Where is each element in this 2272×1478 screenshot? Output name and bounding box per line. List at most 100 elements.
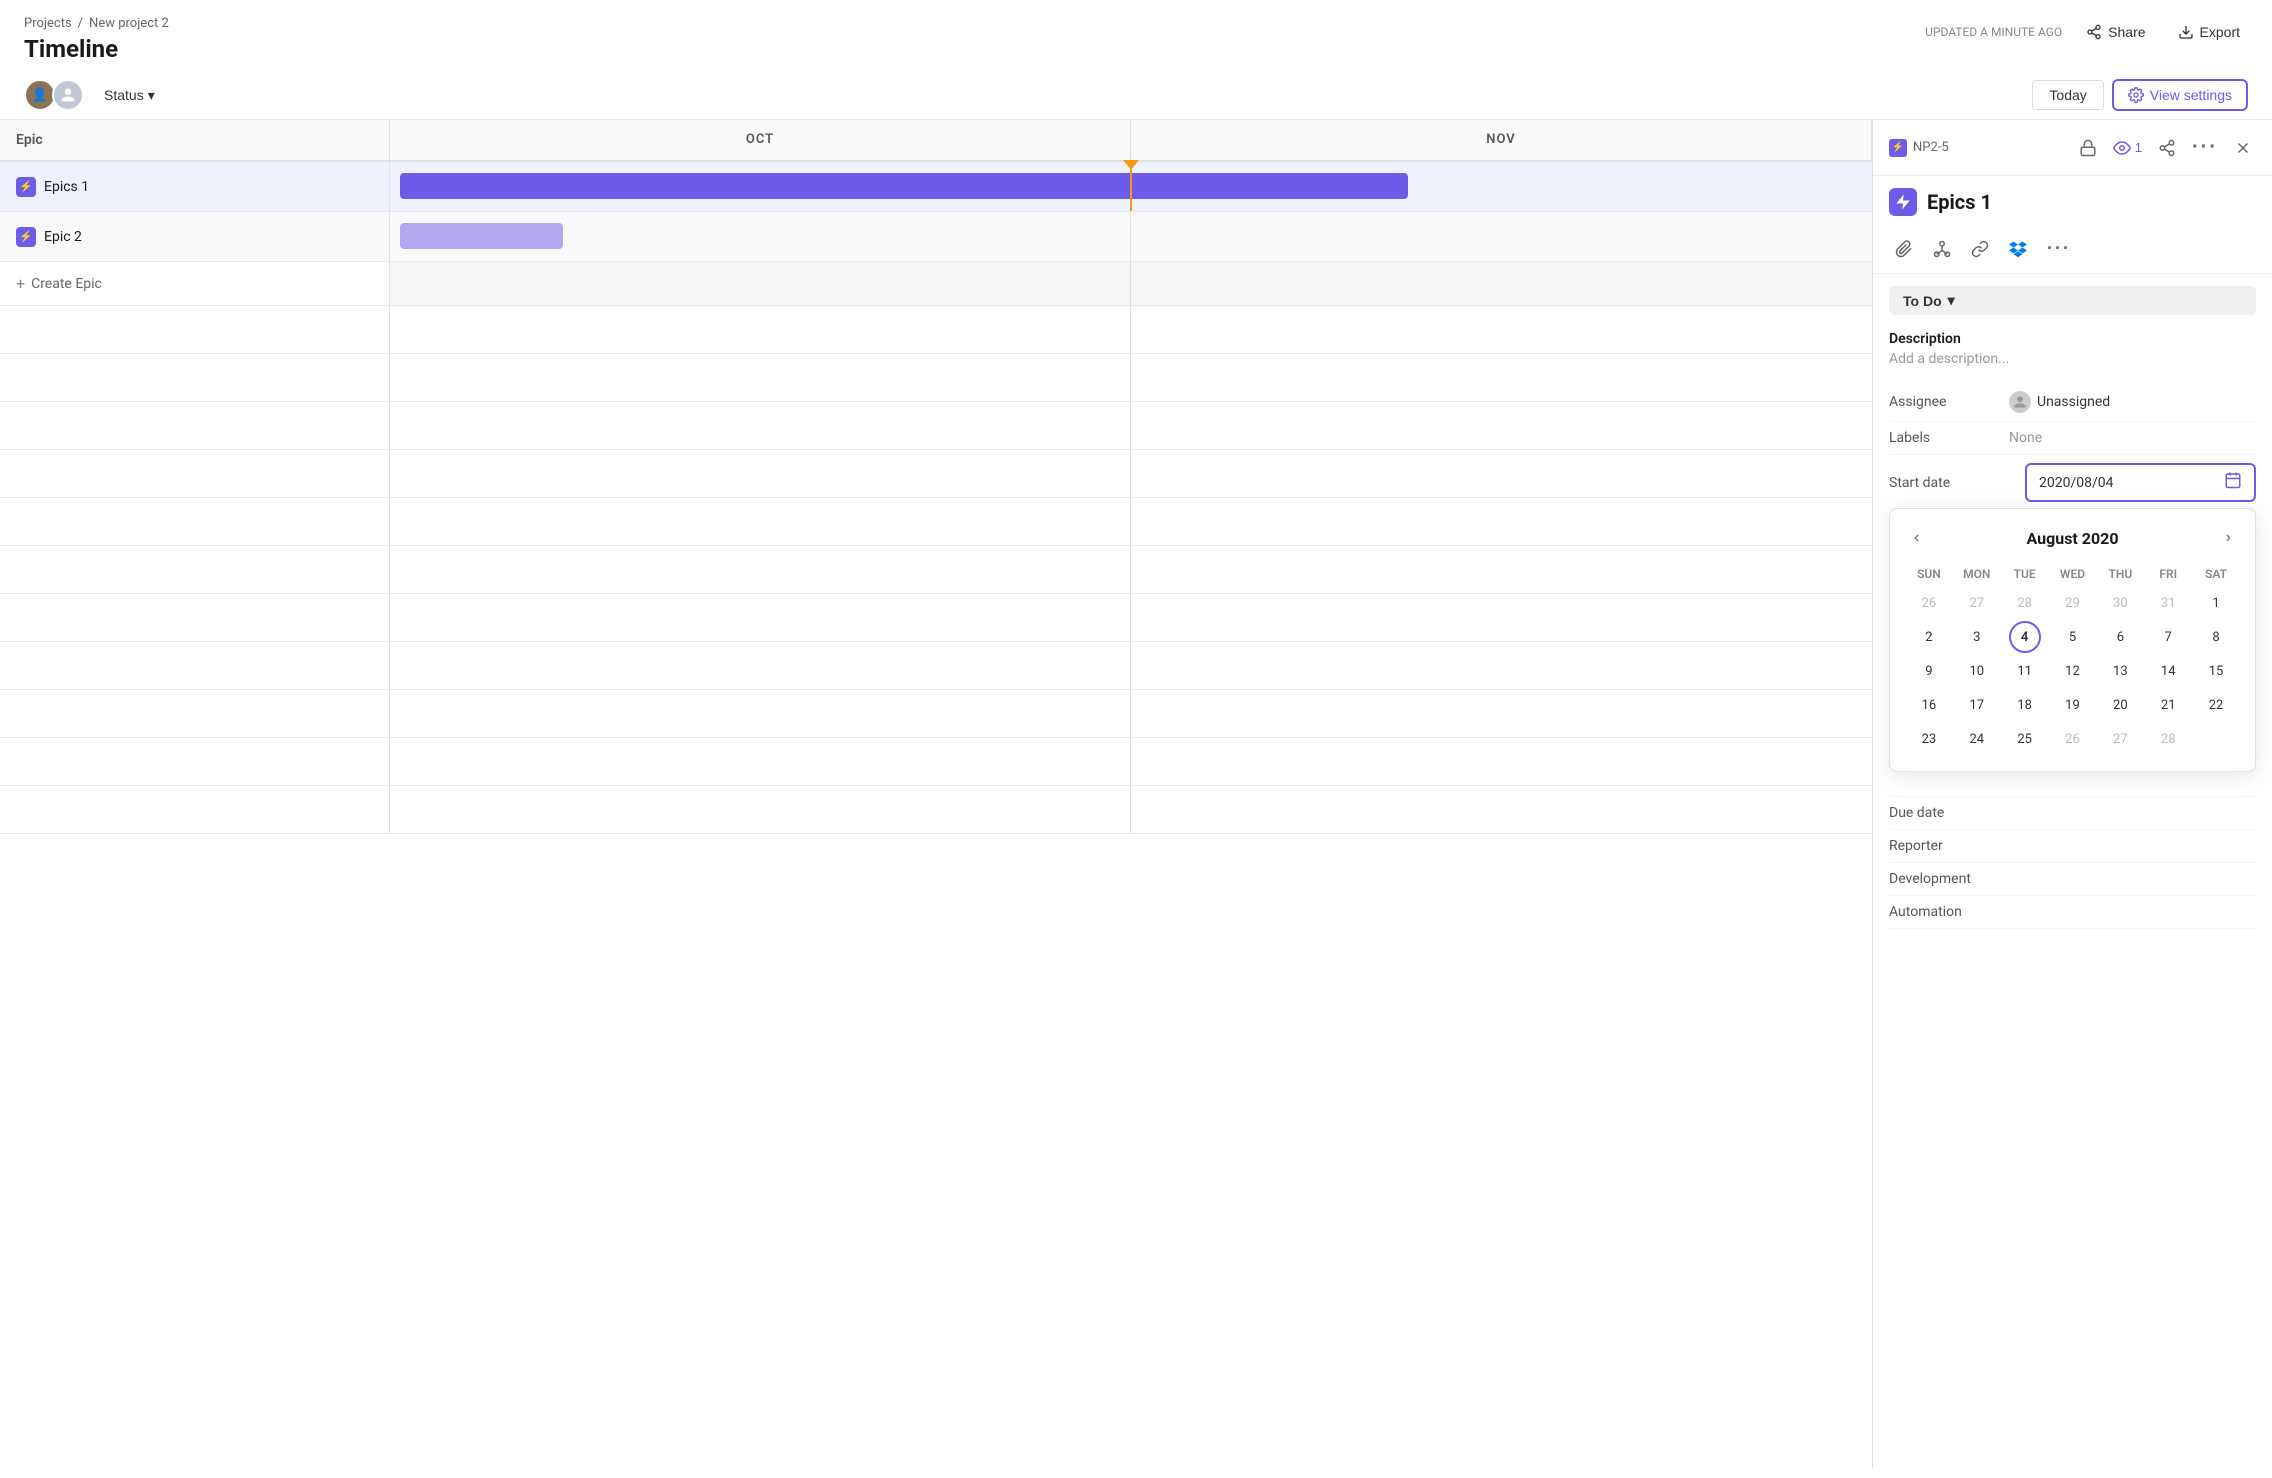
cal-day[interactable]: 12 [2056,655,2088,687]
cal-day[interactable]: 16 [1913,689,1945,721]
cal-day[interactable]: 27 [2104,723,2136,755]
cal-day[interactable]: 15 [2200,655,2232,687]
header: Projects / New project 2 Timeline UPDATE… [0,0,2272,71]
cal-day[interactable]: 19 [2056,689,2088,721]
calendar-grid: SUN MON TUE WED THU FRI SAT 26 27 28 29 … [1906,563,2239,755]
epics1-cell[interactable]: ⚡ Epics 1 [0,162,390,211]
labels-value[interactable]: None [2009,430,2042,446]
header-right: UPDATED A MINUTE AGO Share Export [1925,16,2248,44]
status-button[interactable]: To Do ▾ [1889,286,2256,315]
empty-row-4 [0,450,1872,498]
cal-day[interactable]: 7 [2152,621,2184,653]
cal-day[interactable]: 11 [2009,655,2041,687]
toolbar-left: 👤 Status ▾ [24,79,163,111]
cal-day[interactable]: 30 [2104,587,2136,619]
description-value[interactable]: Add a description... [1889,351,2256,367]
view-settings-button[interactable]: View settings [2112,79,2248,111]
empty-row-9 [0,690,1872,738]
eye-icon [2113,139,2131,157]
cal-day[interactable]: 2 [1913,621,1945,653]
lightning-icon [1894,193,1912,211]
breadcrumb-project-name[interactable]: New project 2 [89,16,169,31]
create-epic-button[interactable]: + Create Epic [0,262,390,305]
calendar-prev-button[interactable]: ‹ [1906,525,1927,551]
cal-day[interactable]: 23 [1913,723,1945,755]
create-epic-row: + Create Epic [0,262,1872,306]
cal-day[interactable]: 21 [2152,689,2184,721]
start-date-input[interactable]: 2020/08/04 [2025,463,2256,502]
start-date-value: 2020/08/04 [2039,475,2114,491]
cal-day[interactable]: 18 [2009,689,2041,721]
panel-header: ⚡ NP2-5 1 ··· [1873,120,2272,176]
gantt-bar-epic2[interactable] [400,223,563,249]
child-icon [1933,240,1951,258]
share-button[interactable]: Share [2078,20,2153,44]
cal-day[interactable]: 9 [1913,655,1945,687]
status-dropdown-icon: ▾ [1948,292,1955,309]
calendar-button[interactable] [2224,471,2242,494]
assignee-value[interactable]: Unassigned [2009,391,2110,413]
more-button[interactable]: ··· [2188,132,2222,163]
reporter-label: Reporter [1889,838,2009,854]
cal-header-fri: FRI [2145,563,2191,585]
link-button[interactable] [1965,234,1995,264]
calendar-icon [2224,471,2242,489]
child-issues-button[interactable] [1927,234,1957,264]
panel-share-button[interactable] [2154,135,2180,161]
cal-day[interactable]: 3 [1961,621,1993,653]
chevron-down-icon: ▾ [148,87,155,104]
create-epic-gantt-rest [390,262,1872,305]
cal-day[interactable]: 31 [2152,587,2184,619]
cal-day[interactable]: 28 [2009,587,2041,619]
gantt-bar-epics1[interactable] [400,173,1408,199]
epic-column-header: Epic [0,120,390,161]
more-tools-icon: ··· [2047,238,2071,259]
attachment-button[interactable] [1889,234,1919,264]
status-filter-button[interactable]: Status ▾ [96,83,163,108]
cal-day[interactable]: 13 [2104,655,2136,687]
today-button[interactable]: Today [2032,80,2103,110]
empty-row-2 [0,354,1872,402]
cal-day[interactable]: 10 [1961,655,1993,687]
empty-row-3 [0,402,1872,450]
header-left: Projects / New project 2 Timeline [24,16,169,63]
cal-day[interactable]: 29 [2056,587,2088,619]
oct-header: OCT [390,120,1131,161]
epic2-cell[interactable]: ⚡ Epic 2 [0,212,390,261]
cal-header-tue: TUE [2002,563,2048,585]
cal-day[interactable]: 22 [2200,689,2232,721]
breadcrumb-separator: / [78,16,83,31]
automation-row: Automation [1889,896,2256,929]
nov-header: NOV [1131,120,1872,161]
close-button[interactable] [2230,135,2256,161]
dropbox-button[interactable] [2003,234,2033,264]
cal-day[interactable]: 14 [2152,655,2184,687]
export-button[interactable]: Export [2170,20,2248,44]
panel-actions: 1 ··· [2075,132,2256,163]
cal-day[interactable]: 17 [1961,689,1993,721]
panel-id: ⚡ NP2-5 [1889,139,1949,157]
automation-label: Automation [1889,904,2009,920]
cal-day[interactable]: 20 [2104,689,2136,721]
calendar-next-button[interactable]: › [2218,525,2239,551]
cal-day[interactable]: 26 [2056,723,2088,755]
cal-day[interactable]: 5 [2056,621,2088,653]
panel-toolbar: ··· [1873,224,2272,274]
cal-day[interactable]: 26 [1913,587,1945,619]
cal-day[interactable]: 1 [2200,587,2232,619]
cal-day[interactable]: 27 [1961,587,1993,619]
watch-button[interactable]: 1 [2109,135,2146,161]
breadcrumb-projects[interactable]: Projects [24,16,72,31]
cal-day[interactable]: 6 [2104,621,2136,653]
more-tools-button[interactable]: ··· [2041,232,2077,265]
gear-icon [2128,87,2144,103]
lock-button[interactable] [2075,135,2101,161]
cal-day[interactable]: 8 [2200,621,2232,653]
avatar-group: 👤 [24,79,84,111]
cal-day[interactable]: 28 [2152,723,2184,755]
cal-header-thu: THU [2097,563,2143,585]
cal-day-selected[interactable]: 4 [2009,621,2041,653]
toolbar-right: Today View settings [2032,79,2248,111]
cal-day[interactable]: 25 [2009,723,2041,755]
cal-day[interactable]: 24 [1961,723,1993,755]
